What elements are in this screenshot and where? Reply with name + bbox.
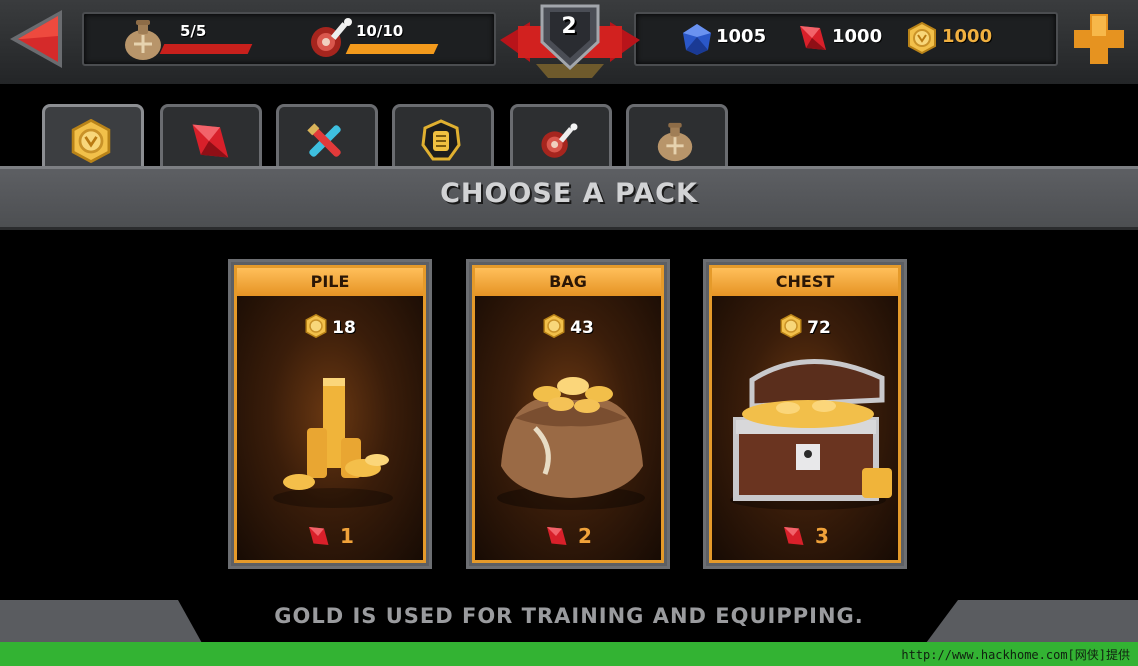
pack-amount-value: 72: [807, 318, 831, 338]
pack-card-inner: PILE 18 1: [234, 265, 426, 563]
potion-vials-icon: [307, 123, 341, 157]
ruby-value: 1000: [832, 26, 883, 47]
pack-price-value: 3: [815, 524, 829, 548]
pack-card-bag[interactable]: BAG 43 2: [466, 259, 670, 569]
pack-price-value: 1: [340, 524, 354, 548]
footer-hint: GOLD IS USED FOR TRAINING AND EQUIPPING.: [274, 604, 864, 628]
gold-coin-icon: [908, 22, 936, 54]
gold-coin-icon: [543, 313, 565, 339]
pack-amount: 72: [712, 313, 898, 339]
ruby-gem-icon: [800, 26, 826, 50]
ruby-gem-icon: [309, 527, 329, 545]
stamina-bar: [159, 44, 253, 54]
ruby-gem-icon: [547, 527, 567, 545]
gold-coin-icon: [71, 119, 111, 163]
pack-price: 2: [475, 524, 661, 548]
gold-coin-icon: [305, 313, 327, 339]
pack-price: 1: [237, 524, 423, 548]
token-coin-icon: [421, 119, 461, 161]
food-bar: [345, 44, 439, 54]
coin-bag-icon: [497, 377, 645, 510]
pack-card-chest[interactable]: CHEST 72 3: [703, 259, 907, 569]
pack-price: 3: [712, 524, 898, 548]
pack-card-inner: CHEST 72 3: [709, 265, 901, 563]
ruby-gem-icon: [784, 527, 804, 545]
food-value: 10/10: [356, 22, 404, 40]
pack-name: CHEST: [712, 268, 898, 296]
flask-icon: [125, 20, 161, 60]
meat-icon: [541, 123, 578, 158]
pack-name: PILE: [237, 268, 423, 296]
pack-card-pile[interactable]: PILE 18 1: [228, 259, 432, 569]
sapphire-gem-icon: [683, 24, 711, 55]
pack-amount: 43: [475, 313, 661, 339]
page-title: CHOOSE A PACK: [440, 178, 698, 209]
add-currency-plus-icon[interactable]: [1072, 12, 1126, 66]
ruby-gem-icon: [192, 124, 229, 158]
pack-amount: 18: [237, 313, 423, 339]
back-arrow-icon[interactable]: [6, 6, 68, 72]
pack-name: BAG: [475, 268, 661, 296]
pack-amount-value: 18: [332, 318, 356, 338]
meat-icon: [311, 18, 352, 57]
game-screen: 5/5 10/10 2 1005 1000 1000 CHOOSE A PACK…: [0, 0, 1138, 666]
sapphire-value: 1005: [716, 26, 767, 47]
flask-icon: [657, 122, 693, 162]
treasure-chest-icon: [730, 359, 892, 510]
pack-card-inner: BAG 43 2: [472, 265, 664, 563]
level-number: 2: [561, 14, 577, 39]
stamina-bar-fill: [159, 44, 253, 54]
gold-value: 1000: [942, 26, 993, 47]
gold-coin-icon: [780, 313, 802, 339]
stamina-value: 5/5: [180, 22, 207, 40]
pack-price-value: 2: [578, 524, 592, 548]
watermark-text: http://www.hackhome.com[网侠]提供: [901, 648, 1130, 662]
pack-amount-value: 43: [570, 318, 594, 338]
food-bar-fill: [345, 44, 439, 54]
coin-pile-icon: [273, 378, 393, 508]
watermark-bar: http://www.hackhome.com[网侠]提供: [0, 642, 1138, 666]
